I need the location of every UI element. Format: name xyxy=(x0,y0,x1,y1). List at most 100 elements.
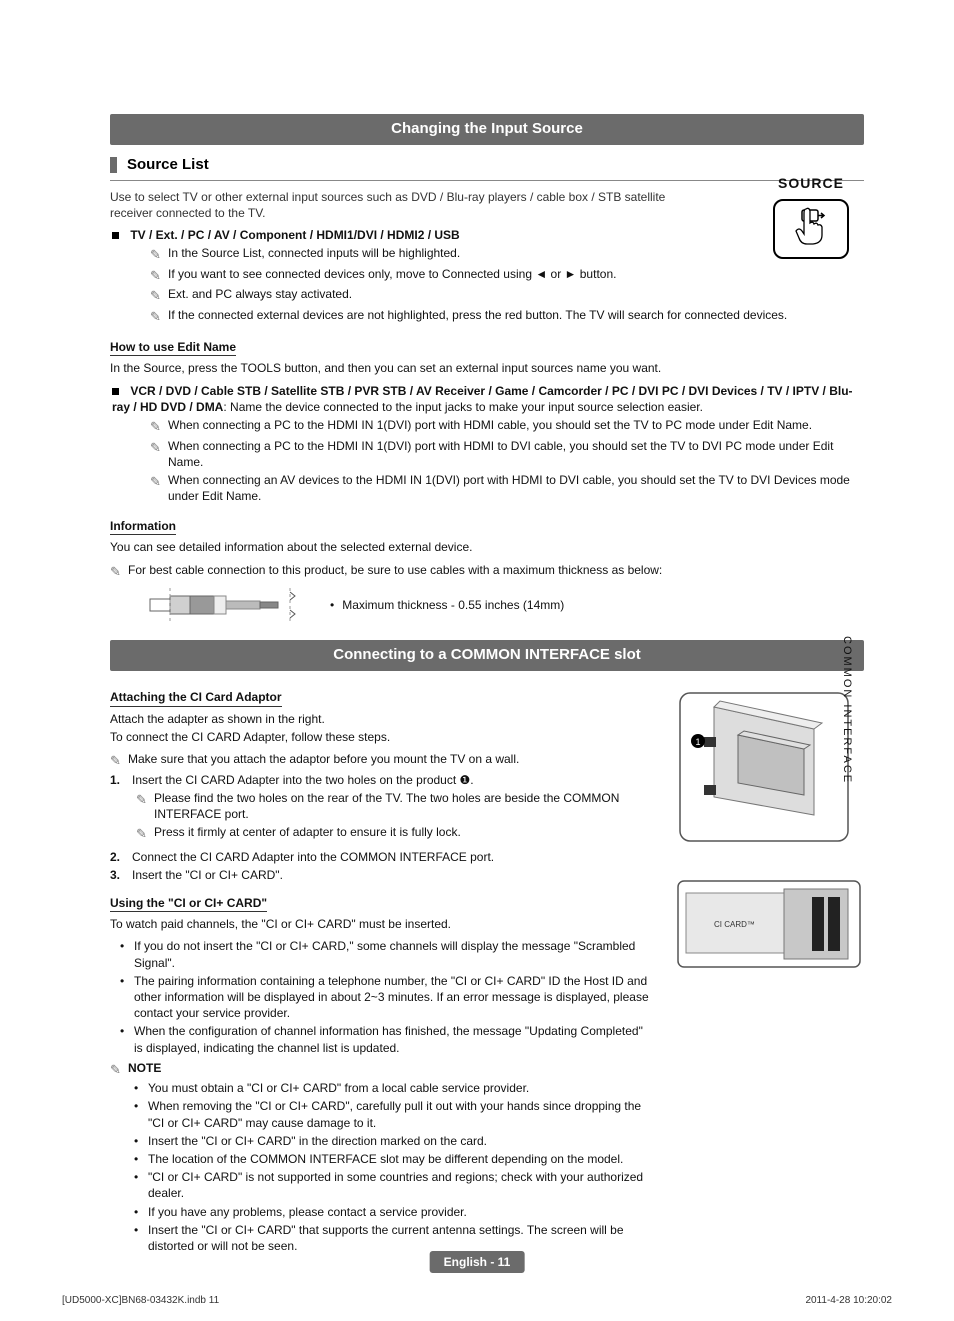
note-item: ✎Please find the two holes on the rear o… xyxy=(136,790,654,822)
note-icon: ✎ xyxy=(150,267,168,285)
note-icon: ✎ xyxy=(150,287,168,305)
step1-notes: ✎Please find the two holes on the rear o… xyxy=(136,790,654,843)
note-label: NOTE xyxy=(128,1060,654,1076)
attach-p1: Attach the adapter as shown in the right… xyxy=(110,711,654,727)
note-icon: ✎ xyxy=(150,439,168,457)
footer-timestamp: 2011-4-28 10:20:02 xyxy=(805,1294,892,1308)
note-text: When connecting a PC to the HDMI IN 1(DV… xyxy=(168,417,864,433)
section-header: Connecting to a COMMON INTERFACE slot xyxy=(110,640,864,671)
cable-thickness-icon xyxy=(140,584,310,626)
bullet-text: If you do not insert the "CI or CI+ CARD… xyxy=(134,938,654,970)
common-interface-label: COMMON INTERFACE xyxy=(839,636,854,784)
footer-file: [UD5000-XC]BN68-03432K.indb 11 xyxy=(62,1294,219,1308)
heading-bar-icon xyxy=(110,157,117,173)
note-icon: ✎ xyxy=(150,308,168,326)
bullet-text: If you have any problems, please contact… xyxy=(148,1204,467,1220)
bullet-text: The pairing information containing a tel… xyxy=(134,973,654,1022)
heading-text: Source List xyxy=(127,155,209,175)
ci-adapter-diagram: 1 xyxy=(674,687,864,847)
note-icon: ✎ xyxy=(150,473,168,491)
step-item: 1.Insert the CI CARD Adapter into the tw… xyxy=(110,772,654,788)
note-icon: ✎ xyxy=(150,246,168,264)
steps-list: 1.Insert the CI CARD Adapter into the tw… xyxy=(110,772,654,883)
bullet-icon: • xyxy=(330,597,334,613)
note-text: If you want to see connected devices onl… xyxy=(168,266,864,282)
cable-note-row: ✎ For best cable connection to this prod… xyxy=(110,562,864,581)
note-icon: ✎ xyxy=(136,791,154,809)
source-list-heading: Source List xyxy=(110,155,864,175)
bullet-text: The location of the COMMON INTERFACE slo… xyxy=(148,1151,623,1167)
note-text: When connecting an AV devices to the HDM… xyxy=(168,472,864,504)
note-header: ✎ NOTE xyxy=(110,1060,654,1079)
using-bullets: •If you do not insert the "CI or CI+ CAR… xyxy=(120,938,654,1055)
source-button-illustration: SOURCE xyxy=(763,174,859,259)
divider xyxy=(110,180,864,181)
ci-two-col: Attaching the CI Card Adaptor Attach the… xyxy=(110,681,864,1256)
svg-text:1: 1 xyxy=(695,737,700,747)
attach-heading: Attaching the CI Card Adaptor xyxy=(110,689,282,706)
inputs-line: TV / Ext. / PC / AV / Component / HDMI1/… xyxy=(110,227,864,243)
bullet-text: Insert the "CI or CI+ CARD" that support… xyxy=(148,1222,654,1254)
step-text: Connect the CI CARD Adapter into the COM… xyxy=(132,849,494,865)
bullet-item: •The location of the COMMON INTERFACE sl… xyxy=(134,1151,654,1167)
information-para: You can see detailed information about t… xyxy=(110,539,864,555)
bullet-text: You must obtain a "CI or CI+ CARD" from … xyxy=(148,1080,529,1096)
note-text: If the connected external devices are no… xyxy=(168,307,864,323)
step-item: 3.Insert the "CI or CI+ CARD". xyxy=(110,867,654,883)
note-text: In the Source List, connected inputs wil… xyxy=(168,245,864,261)
ci-card-text: CI CARD™ xyxy=(714,920,755,929)
bullet-item: •You must obtain a "CI or CI+ CARD" from… xyxy=(134,1080,654,1096)
bullet-text: "CI or CI+ CARD" is not supported in som… xyxy=(148,1169,654,1201)
source-list-intro: Use to select TV or other external input… xyxy=(110,189,710,221)
edit-name-para: In the Source, press the TOOLS button, a… xyxy=(110,360,864,376)
edit-name-heading: How to use Edit Name xyxy=(110,339,236,356)
source-label: SOURCE xyxy=(763,174,859,193)
page-number-pill: English - 11 xyxy=(430,1251,525,1273)
note-item: ✎If the connected external devices are n… xyxy=(150,307,864,326)
thickness-text: Maximum thickness - 0.55 inches (14mm) xyxy=(342,597,564,613)
attach-p2: To connect the CI CARD Adapter, follow t… xyxy=(110,729,654,745)
inputs-list: TV / Ext. / PC / AV / Component / HDMI1/… xyxy=(130,228,459,242)
note-item: ✎When connecting an AV devices to the HD… xyxy=(150,472,864,504)
note-icon: ✎ xyxy=(110,752,128,770)
attach-note: ✎ Make sure that you attach the adaptor … xyxy=(110,751,654,770)
bullet-item: •Insert the "CI or CI+ CARD" in the dire… xyxy=(134,1133,654,1149)
note-icon: ✎ xyxy=(110,1061,128,1079)
note-icon: ✎ xyxy=(150,418,168,436)
note-item: ✎When connecting a PC to the HDMI IN 1(D… xyxy=(150,438,864,470)
note-bullets: •You must obtain a "CI or CI+ CARD" from… xyxy=(134,1080,654,1254)
manual-page: Changing the Input Source Source List Us… xyxy=(0,0,954,1321)
ci-card-diagram: CI CARD™ xyxy=(674,871,864,981)
square-bullet-icon xyxy=(112,388,119,395)
note-text: When connecting a PC to the HDMI IN 1(DV… xyxy=(168,438,864,470)
bullet-item: •"CI or CI+ CARD" is not supported in so… xyxy=(134,1169,654,1201)
hand-pointer-icon xyxy=(794,207,828,245)
note-item: ✎If you want to see connected devices on… xyxy=(150,266,864,285)
bullet-text: Insert the "CI or CI+ CARD" in the direc… xyxy=(148,1133,487,1149)
bullet-item: •If you do not insert the "CI or CI+ CAR… xyxy=(120,938,654,970)
using-intro: To watch paid channels, the "CI or CI+ C… xyxy=(110,916,654,932)
note-text: Press it firmly at center of adapter to … xyxy=(154,824,654,840)
bullet-text: When the configuration of channel inform… xyxy=(134,1023,654,1055)
information-heading: Information xyxy=(110,518,176,535)
source-notes: ✎In the Source List, connected inputs wi… xyxy=(150,245,864,325)
bullet-item: •When the configuration of channel infor… xyxy=(120,1023,654,1055)
cable-row: • Maximum thickness - 0.55 inches (14mm) xyxy=(110,584,864,626)
note-item: ✎In the Source List, connected inputs wi… xyxy=(150,245,864,264)
step-text: Insert the CI CARD Adapter into the two … xyxy=(132,772,474,788)
note-item: ✎Ext. and PC always stay activated. xyxy=(150,286,864,305)
edit-name-notes: ✎When connecting a PC to the HDMI IN 1(D… xyxy=(150,417,864,504)
bullet-item: •The pairing information containing a te… xyxy=(120,973,654,1022)
bullet-item: •Insert the "CI or CI+ CARD" that suppor… xyxy=(134,1222,654,1254)
bullet-item: •If you have any problems, please contac… xyxy=(134,1204,654,1220)
note-icon: ✎ xyxy=(136,825,154,843)
note-icon: ✎ xyxy=(110,563,128,581)
square-bullet-icon xyxy=(112,232,119,239)
bullet-item: •When removing the "CI or CI+ CARD", car… xyxy=(134,1098,654,1130)
using-heading: Using the "CI or CI+ CARD" xyxy=(110,895,267,912)
bullet-text: When removing the "CI or CI+ CARD", care… xyxy=(148,1098,654,1130)
note-item: ✎Press it firmly at center of adapter to… xyxy=(136,824,654,843)
step-text: Insert the "CI or CI+ CARD". xyxy=(132,867,283,883)
note-item: ✎When connecting a PC to the HDMI IN 1(D… xyxy=(150,417,864,436)
note-text: Ext. and PC always stay activated. xyxy=(168,286,864,302)
